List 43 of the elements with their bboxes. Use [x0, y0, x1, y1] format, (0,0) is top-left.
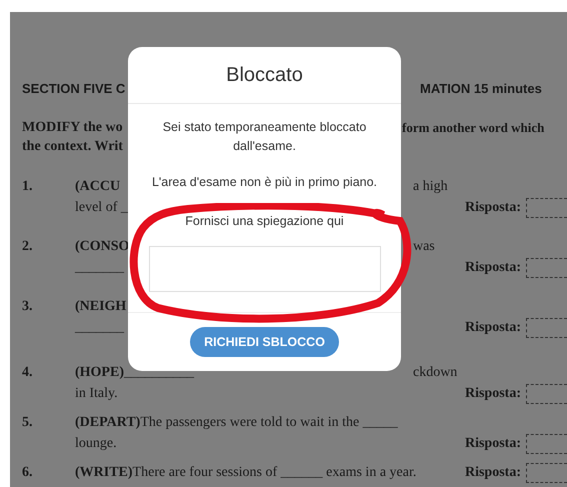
question-text: _______ [74, 319, 124, 337]
question-text: _______ [74, 259, 124, 277]
dialog-title: Bloccato [128, 47, 401, 104]
answer-field[interactable] [526, 318, 567, 338]
explanation-field[interactable] [148, 246, 380, 292]
dialog-message: L'area d'esame non è più in primo piano. [150, 174, 378, 191]
explanation-label: Fornisci una spiegazione qui [185, 213, 344, 229]
answer-label: Risposta: [464, 199, 521, 217]
answer-label: Risposta: [464, 385, 521, 403]
section-title: SECTION FIVE C [22, 80, 126, 98]
question-text: (NEIGH [74, 298, 126, 316]
question-number: 3. [22, 298, 34, 316]
question-number: 2. [22, 238, 34, 256]
answer-field[interactable] [526, 384, 567, 404]
answer-label: Risposta: [464, 319, 521, 337]
question-text: (DEPART)The passengers were told to wait in the _____ [74, 414, 398, 432]
answer-field[interactable] [526, 198, 567, 218]
instruction-text: form another word which [402, 119, 544, 137]
question-text: ckdown [412, 364, 458, 382]
answer-label: Risposta: [464, 259, 521, 277]
question-number: 5. [22, 414, 34, 432]
question-number: 6. [22, 464, 34, 482]
question-text: (ACCU [74, 178, 120, 196]
instruction-text: the context. Writ [22, 138, 123, 156]
question-text: was [412, 238, 435, 256]
instruction-text: MODIFY the wo [22, 119, 123, 137]
answer-field[interactable] [526, 258, 567, 278]
answer-label: Risposta: [464, 464, 521, 482]
question-text: (CONSO [74, 238, 130, 256]
dialog-message: Sei stato temporaneamente bloccato dall'esame. [162, 119, 368, 155]
question-text: (HOPE)__________ [74, 364, 194, 382]
answer-label: Risposta: [464, 435, 521, 453]
request-unlock-button[interactable]: RICHIEDI SBLOCCO [190, 327, 339, 357]
question-text: (WRITE)There are four sessions of ______ exams in a year. [74, 464, 416, 482]
question-number: 1. [22, 178, 34, 196]
answer-field[interactable] [526, 434, 567, 454]
question-number: 4. [22, 364, 34, 382]
answer-field[interactable] [526, 462, 567, 482]
question-text: a high [412, 178, 448, 196]
question-text: lounge. [74, 435, 117, 453]
question-text: level of _ [74, 199, 128, 217]
section-title: MATION 15 minutes [420, 80, 542, 98]
question-text: in Italy. [74, 385, 118, 403]
